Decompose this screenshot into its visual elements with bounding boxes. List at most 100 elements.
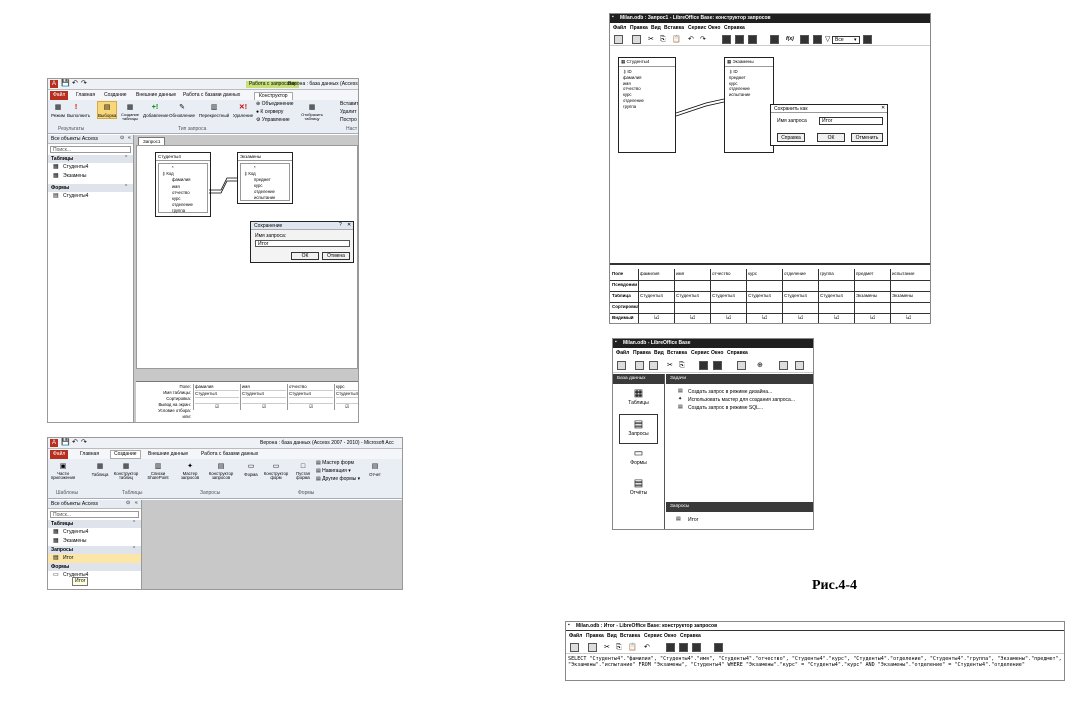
collapse-icon[interactable]: « xyxy=(128,136,131,141)
table-card-students[interactable]: Студенты4 * ⚷ Код фамилия имя отчество к… xyxy=(155,152,211,217)
menu-file[interactable]: Файл xyxy=(613,26,626,31)
query-name-input[interactable]: Итог xyxy=(255,240,350,247)
sidebar-item-queries[interactable]: ▤ Запросы xyxy=(619,414,658,444)
open-icon[interactable] xyxy=(635,361,644,370)
grid-table[interactable]: Студенты4 xyxy=(336,391,358,398)
menu-window[interactable]: Окно xyxy=(711,351,723,356)
menu-tools[interactable]: Сервис xyxy=(688,26,706,31)
query-design-button[interactable]: ▤ Конструктор запросов xyxy=(204,461,238,481)
sql-editor[interactable]: SELECT "Студенты4"."фамилия", "Студенты4… xyxy=(568,656,1062,680)
table-card-students[interactable]: ▦ Студенты4 ⚷ ID фамилия имя отчество ку… xyxy=(618,57,676,153)
grid-field[interactable]: отчество xyxy=(712,272,745,277)
ok-button[interactable]: ОК xyxy=(291,252,319,260)
grid-show-checkbox[interactable]: ☑ xyxy=(242,404,286,410)
nav-section-forms[interactable]: Формы ⌃ xyxy=(48,184,133,192)
more-forms-button[interactable]: ▤ Другие формы ▾ xyxy=(316,477,360,482)
undo-icon[interactable]: ↶ xyxy=(72,80,78,87)
alias-icon[interactable] xyxy=(813,35,822,44)
grid-column[interactable]: отчество Студенты4 ☑ xyxy=(287,384,333,410)
grid-visible-checkbox[interactable]: ☑ xyxy=(798,315,803,321)
form-design-button[interactable]: ▭ Конструктор форм xyxy=(261,461,291,481)
grid-field[interactable]: фамилия xyxy=(195,384,239,391)
nav-item-table[interactable]: ▦ Студенты4 xyxy=(48,163,133,172)
union-button[interactable]: ⊕ Объединение xyxy=(256,102,294,107)
nav-item-form[interactable]: ▭ Студенты4 xyxy=(48,571,141,580)
close-icon[interactable]: ✕ xyxy=(347,223,351,228)
paste-icon[interactable]: 📋 xyxy=(672,36,681,43)
tab-database-tools[interactable]: Работа с базами данных xyxy=(183,93,240,98)
tab-home[interactable]: Главная xyxy=(80,452,99,457)
nav-header[interactable]: Все объекты Access ⊙ « xyxy=(48,500,141,509)
nav-item-table[interactable]: ▦ Экзамены xyxy=(48,537,141,546)
tab-home[interactable]: Главная xyxy=(76,93,95,98)
redo-icon[interactable]: ↷ xyxy=(81,439,87,446)
grid-table[interactable]: Студенты4 xyxy=(676,294,709,299)
grid-table[interactable]: Студенты4 xyxy=(640,294,673,299)
clear-icon[interactable] xyxy=(679,643,688,652)
grid-field[interactable]: предмет xyxy=(856,272,889,277)
add-table-icon[interactable] xyxy=(770,35,779,44)
cancel-button[interactable]: Отменить xyxy=(851,133,883,142)
view-button[interactable]: ▦ Режим xyxy=(51,102,65,118)
query-wizard-button[interactable]: ✦ Мастер запросов xyxy=(178,461,202,481)
menu-edit[interactable]: Правка xyxy=(630,26,648,31)
menu-window[interactable]: Окно xyxy=(708,26,720,31)
navigation-button[interactable]: ▤ Навигация ▾ xyxy=(316,469,351,474)
grid-show-checkbox[interactable]: ☑ xyxy=(336,404,358,410)
blank-form-button[interactable]: □ Пустая форма xyxy=(292,461,314,481)
task-item[interactable]: ▤ Создать запрос в режиме SQL... xyxy=(666,404,813,412)
cancel-button[interactable]: Отмена xyxy=(322,252,350,260)
save-icon[interactable] xyxy=(614,35,623,44)
menu-file[interactable]: Файл xyxy=(569,634,582,639)
update-button[interactable]: ✎ Обновление xyxy=(169,102,195,118)
nav-item-table[interactable]: ▦ Студенты4 xyxy=(48,528,141,537)
chevron-down-icon[interactable]: ⊙ xyxy=(120,136,124,141)
grid-visible-checkbox[interactable]: ☑ xyxy=(690,315,695,321)
grid-table[interactable]: Студенты4 xyxy=(289,391,333,398)
report-button[interactable]: ▤ Отчет xyxy=(366,461,384,477)
grid-table[interactable]: Студенты4 xyxy=(195,391,239,398)
functions-icon[interactable]: f(x) xyxy=(786,37,794,42)
preview-icon[interactable] xyxy=(795,361,804,370)
search-input[interactable]: Поиск... xyxy=(50,511,139,518)
menu-insert[interactable]: Вставка xyxy=(664,26,684,31)
grid-field[interactable]: испытание xyxy=(892,272,925,277)
save-icon[interactable]: 💾 xyxy=(61,439,70,446)
menu-edit[interactable]: Правка xyxy=(633,351,651,356)
paste-icon[interactable]: 📋 xyxy=(628,644,637,651)
tab-file[interactable]: Файл xyxy=(50,450,69,459)
nav-section-forms[interactable]: Формы xyxy=(48,563,141,571)
menu-insert[interactable]: Вставка xyxy=(620,634,640,639)
grid-visible-checkbox[interactable]: ☑ xyxy=(762,315,767,321)
builder-button[interactable]: Постро xyxy=(340,118,357,123)
ok-button[interactable]: ОК xyxy=(817,133,845,142)
copy-icon[interactable]: ⎘ xyxy=(660,36,666,43)
sort-icon[interactable] xyxy=(779,361,788,370)
undo-icon[interactable]: ↶ xyxy=(72,439,78,446)
cut-icon[interactable]: ✂ xyxy=(667,362,673,369)
edit-icon[interactable] xyxy=(632,35,641,44)
grid-column[interactable]: фамилия Студенты4 ☑ xyxy=(193,384,239,410)
doc-tab[interactable]: Запрос1 xyxy=(138,137,166,145)
table-name-icon[interactable] xyxy=(800,35,809,44)
new-icon[interactable] xyxy=(617,361,626,370)
form-button[interactable]: ▭ Форма xyxy=(242,461,260,477)
menu-window[interactable]: Окно xyxy=(664,634,676,639)
menu-file[interactable]: Файл xyxy=(616,351,629,356)
field-item[interactable]: группа xyxy=(162,208,204,214)
grid-show-checkbox[interactable]: ☑ xyxy=(289,404,333,410)
field-item[interactable]: группа xyxy=(623,104,671,110)
query-list-item[interactable]: ▤ Итог xyxy=(666,516,813,524)
tab-create[interactable]: Создание xyxy=(110,450,141,459)
grid-field[interactable]: имя xyxy=(242,384,286,391)
tab-file[interactable]: Файл xyxy=(50,91,69,100)
sql-icon[interactable] xyxy=(714,643,723,652)
show-table-button[interactable]: ▦ Отобразить таблицу xyxy=(298,102,326,121)
query-name-input[interactable]: Итог xyxy=(819,117,883,125)
edit-icon[interactable] xyxy=(588,643,597,652)
nav-section-tables[interactable]: Таблицы ⌃ xyxy=(48,155,133,163)
grid-field[interactable]: отделение xyxy=(784,272,817,277)
sharepoint-lists-button[interactable]: ▥ Списки SharePoint xyxy=(143,461,173,481)
grid-visible-checkbox[interactable]: ☑ xyxy=(870,315,875,321)
task-item[interactable]: ✦ Использовать мастер для создания запро… xyxy=(666,396,813,404)
